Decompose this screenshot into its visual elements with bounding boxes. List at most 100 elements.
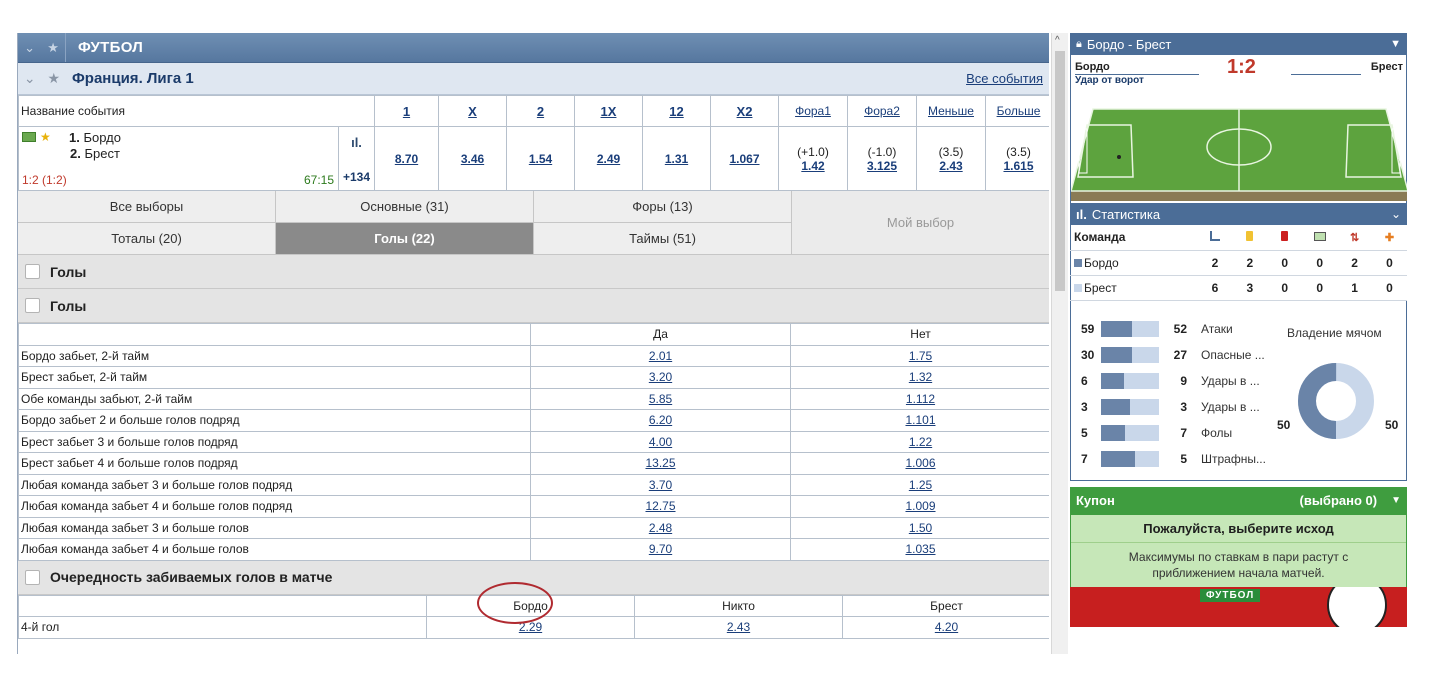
odd-no[interactable]: 1.112 bbox=[790, 387, 1049, 410]
odd-1[interactable]: 8.70 bbox=[374, 126, 439, 191]
filter-all[interactable]: Все выборы bbox=[18, 191, 276, 223]
col-1x-header[interactable]: 1X bbox=[574, 95, 643, 127]
odd-no[interactable]: 1.101 bbox=[790, 409, 1049, 432]
injury-icon: ✚ bbox=[1384, 232, 1395, 245]
more-markets-button[interactable]: +134 bbox=[339, 170, 374, 184]
live-tv-icon[interactable] bbox=[22, 132, 36, 142]
filter-totals[interactable]: Тоталы (20) bbox=[18, 223, 276, 255]
event-cell[interactable]: ★ 1. Бордо 2. Брест 1:2 (1:2) 67:15 bbox=[18, 126, 339, 191]
team1-name: Бордо bbox=[83, 130, 121, 145]
possession-team2: 50 bbox=[1385, 417, 1399, 432]
section-goals-1[interactable]: Голы bbox=[18, 255, 1049, 289]
section-goals-2[interactable]: Голы bbox=[18, 289, 1049, 323]
odd-no[interactable]: 1.006 bbox=[790, 452, 1049, 475]
dropdown-icon[interactable]: ▼ bbox=[1391, 495, 1401, 506]
section-title: Очередность забиваемых голов в матче bbox=[50, 569, 333, 585]
section-checkbox[interactable] bbox=[25, 569, 40, 585]
odd-yes[interactable]: 2.01 bbox=[530, 344, 791, 367]
odd-2[interactable]: 1.54 bbox=[506, 126, 575, 191]
filter-halves[interactable]: Таймы (51) bbox=[534, 223, 792, 255]
filter-main[interactable]: Основные (31) bbox=[276, 191, 534, 223]
stat-bar bbox=[1101, 320, 1159, 337]
col-less-header[interactable]: Меньше bbox=[916, 95, 986, 127]
coupon-title: Купон bbox=[1076, 493, 1115, 508]
odd-no[interactable]: 1.22 bbox=[790, 430, 1049, 453]
stats-chart-icon[interactable]: ıl. bbox=[339, 135, 374, 150]
odd-yes[interactable]: 3.70 bbox=[530, 473, 791, 496]
filter-fora[interactable]: Форы (13) bbox=[534, 191, 792, 223]
section-checkbox[interactable] bbox=[25, 298, 40, 313]
stat-bar bbox=[1101, 424, 1159, 441]
possession-label: Владение мячом bbox=[1287, 325, 1382, 340]
coupon-header[interactable]: Купон (выбрано 0) ▼ bbox=[1070, 486, 1407, 515]
stat-team1-value: 30 bbox=[1081, 347, 1095, 362]
stats-table: Команда ⇅ ✚ Бордо 2 2 0 0 2 0 Брест 6 3 0 0 1 0 bbox=[1070, 225, 1407, 301]
odd-yes[interactable]: 9.70 bbox=[530, 538, 791, 561]
col-fora1-header[interactable]: Фора1 bbox=[778, 95, 848, 127]
odd-no[interactable]: 1.32 bbox=[790, 366, 1049, 389]
scroll-thumb[interactable] bbox=[1055, 51, 1065, 291]
col-more-header[interactable]: Больше bbox=[985, 95, 1049, 127]
odd-cell[interactable]: 4.20 bbox=[842, 616, 1049, 639]
col-1-header[interactable]: 1 bbox=[374, 95, 439, 127]
scroll-up-icon[interactable]: ^ bbox=[1055, 35, 1060, 46]
odd-yes[interactable]: 12.75 bbox=[530, 495, 791, 518]
col-x2-header[interactable]: X2 bbox=[710, 95, 779, 127]
market-name: Брест забьет, 2-й тайм bbox=[18, 366, 531, 389]
league-title: Франция. Лига 1 bbox=[72, 70, 194, 87]
odd-x2[interactable]: 1.067 bbox=[710, 126, 779, 191]
star-icon[interactable]: ★ bbox=[48, 70, 61, 87]
odd-more[interactable]: (3.5) 1.615 bbox=[985, 126, 1049, 191]
stat-value: 2 bbox=[1197, 250, 1233, 276]
odd-1x[interactable]: 2.49 bbox=[574, 126, 643, 191]
odd-fora1[interactable]: (+1.0) 1.42 bbox=[778, 126, 848, 191]
dropdown-icon[interactable]: ▼ bbox=[1390, 38, 1401, 50]
odd-no[interactable]: 1.25 bbox=[790, 473, 1049, 496]
stats-header[interactable]: ıl. Статистика ⌄ bbox=[1070, 203, 1407, 225]
sport-title: ФУТБОЛ bbox=[78, 39, 144, 56]
odd-cell[interactable]: 2.43 bbox=[634, 616, 843, 639]
col-fora2-header[interactable]: Фора2 bbox=[847, 95, 917, 127]
stat-team2-value: 52 bbox=[1173, 321, 1187, 336]
promo-banner[interactable]: ФУТБОЛ bbox=[1070, 586, 1407, 627]
odd-yes[interactable]: 13.25 bbox=[530, 452, 791, 475]
filter-goals[interactable]: Голы (22) bbox=[276, 223, 534, 255]
odd-yes[interactable]: 4.00 bbox=[530, 430, 791, 453]
sport-header[interactable]: ⌄ ★ ФУТБОЛ bbox=[18, 33, 1049, 63]
section-checkbox[interactable] bbox=[25, 264, 40, 279]
stat-bar-fill bbox=[1101, 372, 1125, 389]
odd-no[interactable]: 1.50 bbox=[790, 516, 1049, 539]
col-12-header[interactable]: 12 bbox=[642, 95, 711, 127]
odd-x[interactable]: 3.46 bbox=[438, 126, 507, 191]
stat-label: Удары в ... bbox=[1201, 399, 1260, 414]
stat-bar-row: 6 9 Удары в ... bbox=[1071, 371, 1260, 391]
col-2-header[interactable]: 2 bbox=[506, 95, 575, 127]
odd-less[interactable]: (3.5) 2.43 bbox=[916, 126, 986, 191]
odd-no[interactable]: 1.035 bbox=[790, 538, 1049, 561]
odd-fora2[interactable]: (-1.0) 3.125 bbox=[847, 126, 917, 191]
stat-bar-fill bbox=[1101, 320, 1132, 337]
stats-bars: Владение мячом 50 50 59 52 Атаки 30 27 Опасны… bbox=[1070, 300, 1407, 481]
favorite-star-icon[interactable]: ★ bbox=[40, 130, 51, 144]
odd-yes[interactable]: 6.20 bbox=[530, 409, 791, 432]
odd-no[interactable]: 1.009 bbox=[790, 495, 1049, 518]
table-row: Любая команда забьет 4 и больше голов по… bbox=[18, 495, 1049, 518]
col-x-header[interactable]: X bbox=[438, 95, 507, 127]
odd-yes[interactable]: 2.48 bbox=[530, 516, 791, 539]
stat-label: Атаки bbox=[1201, 321, 1233, 336]
filter-mine[interactable]: Мой выбор bbox=[792, 191, 1049, 255]
chevron-down-icon[interactable]: ⌄ bbox=[24, 40, 35, 56]
odd-12[interactable]: 1.31 bbox=[642, 126, 711, 191]
all-events-link[interactable]: Все события bbox=[966, 71, 1043, 86]
match-widget-title: Бордо - Брест bbox=[1086, 36, 1172, 52]
odd-no[interactable]: 1.75 bbox=[790, 344, 1049, 367]
chevron-down-icon[interactable]: ⌄ bbox=[24, 70, 36, 87]
match-widget-header[interactable]: 🔒︎ Бордо - Брест ▼ bbox=[1070, 33, 1407, 55]
odd-yes[interactable]: 5.85 bbox=[530, 387, 791, 410]
scrollbar[interactable]: ^ bbox=[1051, 33, 1068, 654]
odd-yes[interactable]: 3.20 bbox=[530, 366, 791, 389]
chevron-down-icon[interactable]: ⌄ bbox=[1391, 207, 1401, 221]
star-icon[interactable]: ★ bbox=[47, 40, 59, 56]
sidebar: 🔒︎ Бордо - Брест ▼ Бордо 1:2 Брест Удар … bbox=[1070, 33, 1407, 654]
goals-market-table: Да Нет Бордо забьет, 2-й тайм 2.01 1.75 Бре… bbox=[18, 323, 1049, 561]
